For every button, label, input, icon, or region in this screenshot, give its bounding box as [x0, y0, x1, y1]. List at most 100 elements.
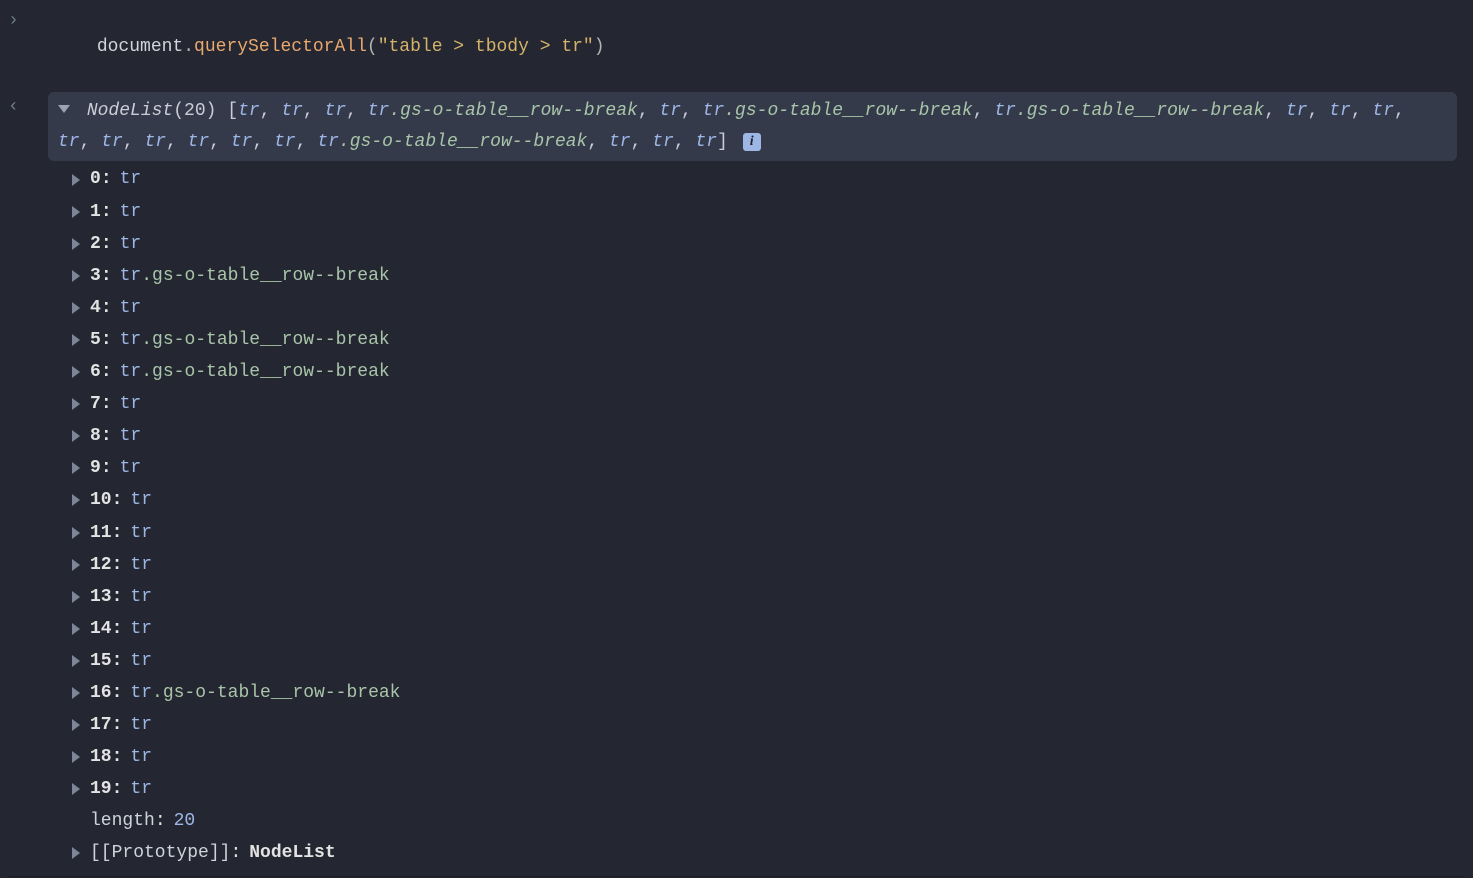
summary-element[interactable]: tr — [188, 132, 210, 152]
summary-element[interactable]: tr — [238, 101, 260, 121]
summary-element[interactable]: tr — [144, 132, 166, 152]
tree-indexed-item[interactable]: 6:tr.gs-o-table__row--break — [72, 356, 1465, 388]
caret-right-icon[interactable] — [72, 751, 80, 763]
caret-right-icon[interactable] — [72, 559, 80, 571]
caret-right-icon[interactable] — [72, 206, 80, 218]
caret-right-icon[interactable] — [72, 462, 80, 474]
tree-value-tag[interactable]: tr — [130, 552, 152, 578]
tree-indexed-item[interactable]: 17:tr — [72, 709, 1465, 741]
tree-value-tag[interactable]: tr — [130, 487, 152, 513]
tree-indexed-item[interactable]: 9:tr — [72, 452, 1465, 484]
tree-length-value: 20 — [174, 808, 196, 834]
summary-element-class[interactable]: .gs-o-table__row--break — [1016, 101, 1264, 121]
summary-element[interactable]: tr — [1329, 101, 1351, 121]
tree-indexed-item[interactable]: 14:tr — [72, 613, 1465, 645]
caret-right-icon[interactable] — [72, 430, 80, 442]
tree-indexed-item[interactable]: 11:tr — [72, 517, 1465, 549]
tree-indexed-item[interactable]: 18:tr — [72, 741, 1465, 773]
summary-element[interactable]: tr — [281, 101, 303, 121]
tree-indexed-item[interactable]: 16:tr.gs-o-table__row--break — [72, 677, 1465, 709]
tree-indexed-item[interactable]: 0:tr — [72, 163, 1465, 195]
tree-indexed-item[interactable]: 5:tr.gs-o-table__row--break — [72, 324, 1465, 356]
caret-right-icon[interactable] — [72, 494, 80, 506]
tree-value-tag[interactable]: tr — [120, 166, 142, 192]
caret-right-icon[interactable] — [72, 623, 80, 635]
tree-value-tag[interactable]: tr — [130, 648, 152, 674]
tree-indexed-item[interactable]: 2:tr — [72, 228, 1465, 260]
caret-right-icon[interactable] — [72, 687, 80, 699]
caret-down-icon[interactable] — [58, 105, 70, 113]
caret-right-icon[interactable] — [72, 655, 80, 667]
caret-right-icon[interactable] — [72, 847, 80, 859]
console-input-row[interactable]: › document.querySelectorAll("table > tbo… — [8, 4, 1465, 92]
tree-indexed-item[interactable]: 10:tr — [72, 484, 1465, 516]
tree-value-tag[interactable]: tr — [130, 744, 152, 770]
summary-element[interactable]: tr — [652, 132, 674, 152]
caret-right-icon[interactable] — [72, 366, 80, 378]
colon: : — [101, 199, 112, 225]
tree-value-tag[interactable]: tr — [130, 584, 152, 610]
summary-element[interactable]: tr — [325, 101, 347, 121]
caret-right-icon[interactable] — [72, 719, 80, 731]
tree-indexed-item[interactable]: 12:tr — [72, 549, 1465, 581]
caret-right-icon[interactable] — [72, 302, 80, 314]
summary-element[interactable]: tr — [703, 101, 725, 121]
tree-value-class[interactable]: .gs-o-table__row--break — [141, 359, 389, 385]
caret-right-icon[interactable] — [72, 591, 80, 603]
summary-element[interactable]: tr — [231, 132, 253, 152]
summary-element[interactable]: tr — [317, 132, 339, 152]
caret-right-icon[interactable] — [72, 398, 80, 410]
summary-element[interactable]: tr — [58, 132, 80, 152]
summary-element[interactable]: tr — [101, 132, 123, 152]
summary-element-class[interactable]: .gs-o-table__row--break — [339, 132, 587, 152]
tree-indexed-item[interactable]: 7:tr — [72, 388, 1465, 420]
caret-right-icon[interactable] — [72, 334, 80, 346]
tree-indexed-item[interactable]: 4:tr — [72, 292, 1465, 324]
tree-value-tag[interactable]: tr — [120, 391, 142, 417]
caret-right-icon[interactable] — [72, 238, 80, 250]
summary-element[interactable]: tr — [1372, 101, 1394, 121]
summary-element-class[interactable]: .gs-o-table__row--break — [724, 101, 972, 121]
tree-value-tag[interactable]: tr — [120, 423, 142, 449]
tree-indexed-item[interactable]: 8:tr — [72, 420, 1465, 452]
tree-indexed-item[interactable]: 19:tr — [72, 773, 1465, 805]
tree-value-tag[interactable]: tr — [120, 263, 142, 289]
tree-value-tag[interactable]: tr — [120, 295, 142, 321]
info-icon[interactable]: i — [743, 133, 761, 151]
tree-indexed-item[interactable]: 15:tr — [72, 645, 1465, 677]
tree-value-class[interactable]: .gs-o-table__row--break — [152, 680, 400, 706]
summary-element[interactable]: tr — [1286, 101, 1308, 121]
summary-element[interactable]: tr — [609, 132, 631, 152]
tree-value-tag[interactable]: tr — [130, 680, 152, 706]
tree-value-tag[interactable]: tr — [120, 327, 142, 353]
tree-value-tag[interactable]: tr — [130, 712, 152, 738]
tree-value-tag[interactable]: tr — [120, 359, 142, 385]
tree-indexed-item[interactable]: 3:tr.gs-o-table__row--break — [72, 260, 1465, 292]
tree-indexed-item[interactable]: 13:tr — [72, 581, 1465, 613]
tree-value-tag[interactable]: tr — [120, 231, 142, 257]
token-dot: . — [183, 37, 194, 57]
tree-value-class[interactable]: .gs-o-table__row--break — [141, 327, 389, 353]
caret-right-icon[interactable] — [72, 527, 80, 539]
summary-element[interactable]: tr — [659, 101, 681, 121]
caret-right-icon[interactable] — [72, 270, 80, 282]
tree-length-row[interactable]: length:20 — [72, 805, 1465, 837]
tree-value-tag[interactable]: tr — [130, 616, 152, 642]
colon: : — [112, 744, 123, 770]
tree-prototype-row[interactable]: [[Prototype]]:NodeList — [72, 837, 1465, 869]
summary-element[interactable]: tr — [994, 101, 1016, 121]
caret-right-icon[interactable] — [72, 783, 80, 795]
summary-element-class[interactable]: .gs-o-table__row--break — [389, 101, 637, 121]
colon: : — [101, 455, 112, 481]
tree-value-tag[interactable]: tr — [120, 455, 142, 481]
tree-value-tag[interactable]: tr — [130, 520, 152, 546]
summary-element[interactable]: tr — [368, 101, 390, 121]
summary-element[interactable]: tr — [274, 132, 296, 152]
caret-right-icon[interactable] — [72, 174, 80, 186]
tree-indexed-item[interactable]: 1:tr — [72, 196, 1465, 228]
tree-value-tag[interactable]: tr — [120, 199, 142, 225]
tree-value-class[interactable]: .gs-o-table__row--break — [141, 263, 389, 289]
summary-element[interactable]: tr — [695, 132, 717, 152]
tree-value-tag[interactable]: tr — [130, 776, 152, 802]
result-summary[interactable]: NodeList(20) [tr, tr, tr, tr.gs-o-table_… — [48, 92, 1457, 161]
